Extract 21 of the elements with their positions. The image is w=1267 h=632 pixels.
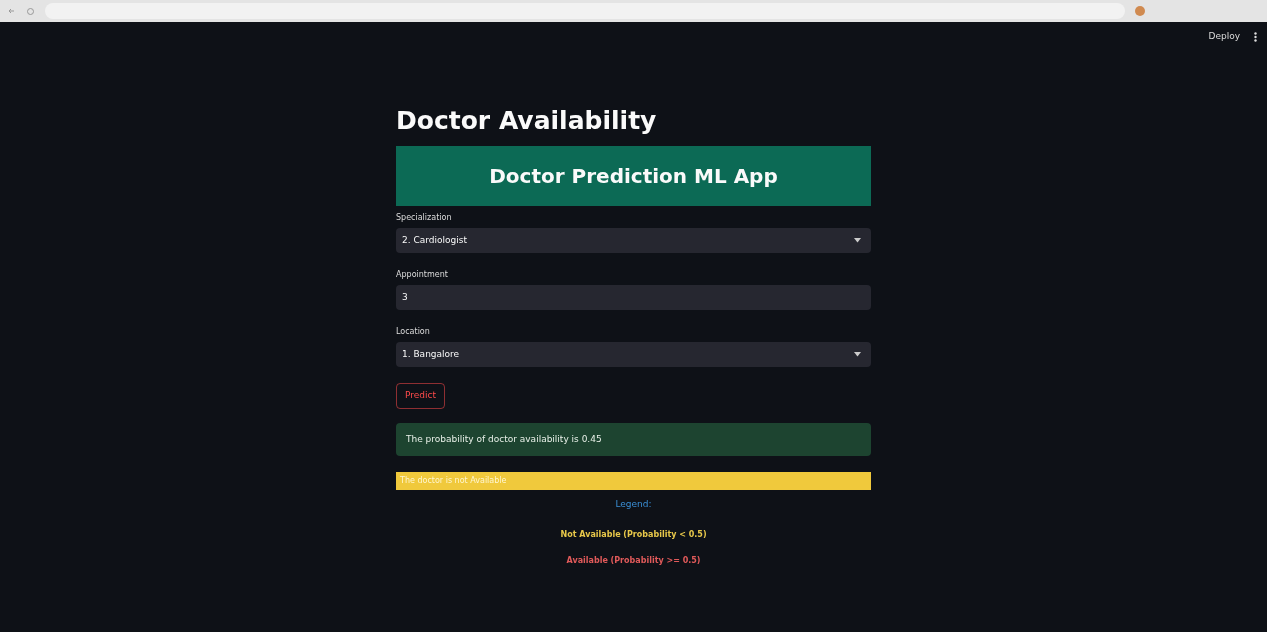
menu-icon[interactable] [1254,32,1257,42]
success-alert: The probability of doctor availability is 0.45 [396,422,871,456]
field-label: Location [396,326,431,338]
field-label: Specialization [396,212,453,224]
legend-title: Legend: [614,498,653,511]
app-banner: Doctor Prediction ML App [396,146,871,206]
deploy-button[interactable]: Deploy [1208,30,1240,44]
legend-item: Not Available (Probability < 0.5) [560,530,707,539]
chevron-down-icon [854,238,861,243]
field-label: Appointment [396,269,449,281]
avatar-icon[interactable] [1135,6,1145,16]
back-icon[interactable] [8,7,16,15]
predict-button[interactable]: Predict [396,383,445,409]
page-title: Doctor Availability [396,106,658,136]
reload-icon[interactable] [26,6,35,16]
chevron-down-icon [854,352,861,357]
dropdown[interactable]: 2. Cardiologist [396,228,871,253]
warning-bar: The doctor is not Available [396,472,871,490]
legend-item: Available (Probability >= 0.5) [566,556,701,565]
dropdown[interactable]: 1. Bangalore [396,342,871,367]
number-field[interactable]: 3 [396,285,871,310]
